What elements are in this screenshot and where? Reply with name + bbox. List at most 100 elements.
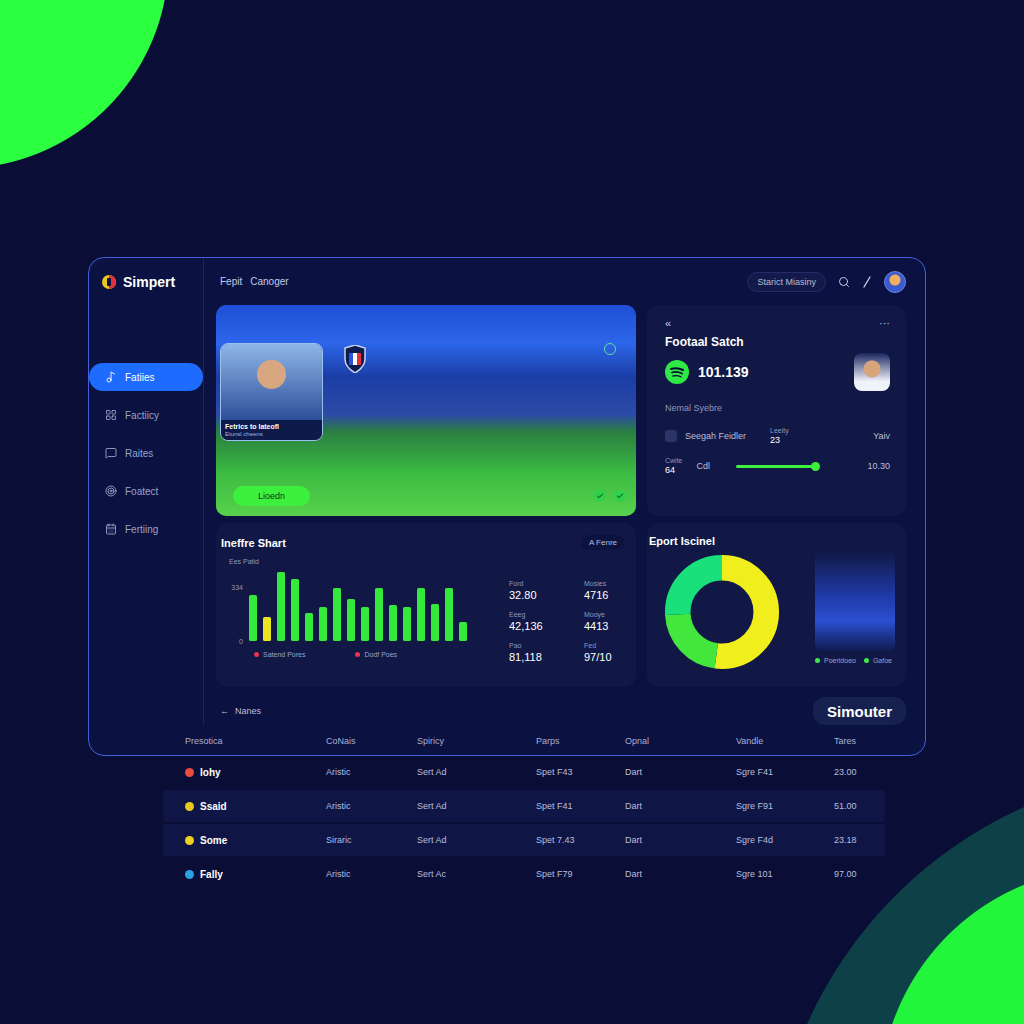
sidebar-item[interactable]: Fatiies <box>89 363 203 391</box>
player-avatar <box>854 353 890 391</box>
column-header[interactable]: Tares <box>834 736 885 746</box>
table-cell: Sgre F91 <box>736 801 834 811</box>
stat-label: Mooye <box>584 611 644 618</box>
table-row[interactable]: SomeSiraricSert AdSpet 7.43DartSgre F4d2… <box>163 824 885 856</box>
stat: Ford32.80 <box>509 580 584 601</box>
chart-bar <box>361 607 369 641</box>
player-tag: Yaiv <box>873 431 890 441</box>
player-caption: Fetrics to IateoflEtunsl cheens <box>221 420 322 440</box>
simulate-button[interactable]: Simouter <box>813 697 906 725</box>
legend-item: Dodf Poes <box>355 651 397 658</box>
table-row[interactable]: SsaidAristicSert AdSpet F41DartSgre F915… <box>163 790 885 822</box>
row-icon <box>185 836 194 845</box>
sidebar-item[interactable]: Raites <box>89 439 203 467</box>
sidebar-item[interactable]: Factiicy <box>89 401 203 429</box>
search-icon[interactable] <box>838 276 850 288</box>
player-stat: Leeity23 <box>770 427 789 445</box>
nav-icon <box>105 447 117 459</box>
column-header[interactable]: Spiricy <box>417 736 536 746</box>
chart-tab[interactable]: A Fenre <box>581 535 625 550</box>
sidebar-item[interactable]: Fertiing <box>89 515 203 543</box>
sidebar: Simpert Fatiies Factiicy Raites Foatect Ferti… <box>89 258 204 725</box>
page: Simpert Fatiies Factiicy Raites Foatect Ferti… <box>0 0 1024 1024</box>
stats-grid: Ford32.80Mosies4716Eeeg42,136Mooye4413Pa… <box>509 580 644 663</box>
stat-label: Pao <box>509 642 584 649</box>
back-arrow-icon: ← <box>220 706 229 716</box>
table-cell: Spet F43 <box>536 767 625 777</box>
table-row[interactable]: FallyAristicSert AcSpet F79DartSgre 1019… <box>163 858 885 890</box>
progress-label: Cwite <box>665 457 683 464</box>
club-badge-icon <box>343 345 367 373</box>
chart-bar <box>291 579 299 641</box>
legend-item: Gafoe <box>864 657 892 664</box>
progress-reading: 10.30 <box>867 461 890 471</box>
chart-bar <box>459 622 467 641</box>
cell-text: Sgre 101 <box>736 869 773 879</box>
column-header[interactable]: Presotica <box>185 736 326 746</box>
sidebar-item-label: Fertiing <box>125 524 158 535</box>
cell-text: Ssaid <box>200 801 227 812</box>
player-card[interactable]: Fetrics to IateoflEtunsl cheens <box>220 343 323 441</box>
topbar: Fepit Canoger Starict Miasiny <box>216 258 906 305</box>
dashboard-card: Simpert Fatiies Factiicy Raites Foatect Ferti… <box>88 257 926 756</box>
back-link[interactable]: ←Nanes <box>216 706 261 716</box>
chart-bar <box>417 588 425 641</box>
row-icon <box>185 768 194 777</box>
chart-header: Ineffre ShartA Fenre <box>221 535 625 550</box>
search-field[interactable]: Starict Miasiny <box>747 272 826 292</box>
section-label: Nemal Syebre <box>665 403 890 413</box>
bottom-row: Ineffre ShartA Fenre Ees Patid3340Satend … <box>216 523 906 687</box>
cell-text: 23.18 <box>834 835 857 845</box>
edit-icon[interactable] <box>862 276 872 288</box>
axis-label: Ees Patid <box>229 558 485 565</box>
table-cell: Sert Ad <box>417 801 536 811</box>
ring-icon[interactable] <box>604 343 616 355</box>
legend-label: Poeridoeo <box>824 657 856 664</box>
stat-value: 4716 <box>584 589 644 601</box>
topbar-link[interactable]: Canoger <box>250 276 288 287</box>
logo-icon <box>101 274 117 290</box>
table-row[interactable]: IohyAristicSert AdSpet F43DartSgre F4123… <box>163 756 885 788</box>
cell-text: Sert Ad <box>417 767 447 777</box>
column-header[interactable]: Parps <box>536 736 625 746</box>
player-row: Seegah FeidlerLeeity23Yaiv <box>665 427 890 445</box>
slider-fill <box>736 465 815 468</box>
sidebar-item-label: Foatect <box>125 486 158 497</box>
stat-value: 32.80 <box>509 589 584 601</box>
menu-button[interactable]: ··· <box>879 317 890 329</box>
donut-body: Poeridoeo Gafoe <box>649 553 896 671</box>
column-header[interactable]: Vandle <box>736 736 834 746</box>
check-icon[interactable] <box>614 490 626 502</box>
match-title: Footaal Satch <box>665 335 890 349</box>
chart-area: Ees Patid3340Satend PoresDodf Poes <box>221 558 485 663</box>
check-icon[interactable] <box>594 490 606 502</box>
chart-bar <box>305 613 313 641</box>
player-icon <box>665 430 677 442</box>
nav-icon <box>105 371 117 383</box>
hero-button[interactable]: Lioedn <box>233 486 310 506</box>
donut-segment <box>678 568 767 657</box>
chart-bar <box>333 588 341 641</box>
table-cell: Ssaid <box>185 801 326 812</box>
sidebar-nav: Fatiies Factiicy Raites Foatect Fertiing <box>89 363 203 543</box>
donut-card: Eport IscinelPoeridoeoGafoe <box>647 523 906 687</box>
bar-chart: 3340 <box>229 565 485 645</box>
chart-bar <box>431 604 439 641</box>
slider-knob[interactable] <box>811 462 820 471</box>
match-card: «···Footaal Satch101.139Nemal SyebreSeeg… <box>647 305 906 516</box>
cell-text: Dart <box>625 767 642 777</box>
column-header[interactable]: Opnal <box>625 736 736 746</box>
table-cell: Dart <box>625 869 736 879</box>
logo[interactable]: Simpert <box>89 258 203 305</box>
stat: Mooye4413 <box>584 611 644 632</box>
topbar-link[interactable]: Fepit <box>220 276 242 287</box>
donut-legend: Poeridoeo Gafoe <box>815 657 895 664</box>
cell-text: Fally <box>200 869 223 880</box>
table-cell: Spet F79 <box>536 869 625 879</box>
table-cell: 23.18 <box>834 835 885 845</box>
back-button[interactable]: « <box>665 317 671 329</box>
column-header[interactable]: CoNais <box>326 736 417 746</box>
progress-slider[interactable] <box>736 465 820 468</box>
user-avatar[interactable] <box>884 271 906 293</box>
sidebar-item[interactable]: Foatect <box>89 477 203 505</box>
